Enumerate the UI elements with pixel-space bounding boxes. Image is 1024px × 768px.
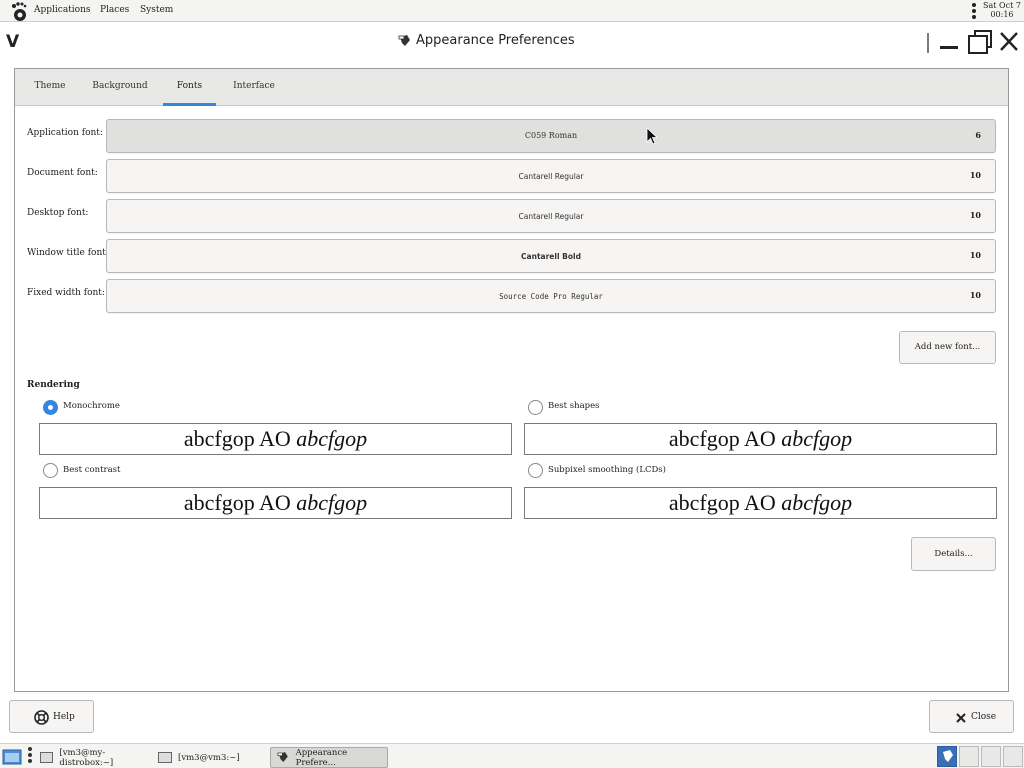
font-name: Source Code Pro Regular <box>499 292 603 301</box>
gnome-foot-icon[interactable] <box>8 1 30 23</box>
fixed-width-font-button[interactable]: Source Code Pro Regular 10 <box>106 279 996 313</box>
font-name: C059 Roman <box>524 131 578 140</box>
help-label: Help <box>53 712 75 722</box>
fixed-width-font-label: Fixed width font: <box>27 288 105 298</box>
window-menu-icon[interactable]: V <box>6 32 19 52</box>
dialog-body: Theme Background Fonts Interface Applica… <box>14 68 1009 692</box>
best-contrast-radio[interactable] <box>43 463 58 478</box>
font-name: Cantarell Bold <box>521 252 581 261</box>
workspace-3[interactable] <box>981 746 1001 767</box>
sample-italic: abcfgop <box>296 490 368 515</box>
appearance-icon <box>398 34 410 46</box>
taskbar-handle-icon[interactable] <box>28 747 32 763</box>
top-panel: Applications Places System Sat Oct 7 00:… <box>0 0 1024 22</box>
window-title-font-button[interactable]: Cantarell Bold 10 <box>106 239 996 273</box>
document-font-button[interactable]: Cantarell Regular 10 <box>106 159 996 193</box>
font-size: 10 <box>969 290 981 300</box>
clock-time: 00:16 <box>990 10 1014 19</box>
workspace-4[interactable] <box>1003 746 1023 767</box>
workspace-2[interactable] <box>959 746 979 767</box>
workspace-1[interactable] <box>937 746 957 767</box>
help-icon <box>34 710 49 725</box>
sample-upright: abcfgop AO <box>183 426 291 451</box>
tab-interface[interactable]: Interface <box>229 69 279 106</box>
font-name: Cantarell Regular <box>518 212 584 221</box>
help-button[interactable]: Help <box>9 700 94 733</box>
sample-italic: abcfgop <box>296 426 368 451</box>
best-shapes-sample[interactable]: abcfgop AO abcfgop <box>524 423 997 455</box>
application-font-button[interactable]: C059 Roman 6 <box>106 119 996 153</box>
close-icon <box>956 713 966 723</box>
menu-system[interactable]: System <box>140 5 173 15</box>
monochrome-sample[interactable]: abcfgop AO abcfgop <box>39 423 512 455</box>
task-label: Appearance Prefere... <box>295 747 348 768</box>
maximize-icon[interactable] <box>966 29 994 55</box>
panel-handle-icon[interactable] <box>972 3 976 20</box>
application-font-label: Application font: <box>27 128 103 138</box>
task-vm3-terminal[interactable]: [vm3@vm3:~] <box>152 747 262 768</box>
appearance-icon <box>943 750 953 762</box>
document-font-label: Document font: <box>27 168 98 178</box>
subpixel-smoothing-radio[interactable] <box>528 463 543 478</box>
task-appearance-preferences[interactable]: Appearance Prefere... <box>270 747 388 768</box>
font-name: Cantarell Regular <box>518 172 584 181</box>
monochrome-label[interactable]: Monochrome <box>63 401 120 411</box>
menu-applications[interactable]: Applications <box>34 5 91 15</box>
menu-places[interactable]: Places <box>100 5 129 15</box>
best-contrast-label[interactable]: Best contrast <box>63 465 120 475</box>
sample-upright: abcfgop AO <box>183 490 291 515</box>
mouse-cursor-icon <box>646 127 658 145</box>
font-size: 10 <box>969 170 981 180</box>
subpixel-smoothing-sample[interactable]: abcfgop AO abcfgop <box>524 487 997 519</box>
minimize-icon[interactable] <box>938 29 960 55</box>
best-shapes-radio[interactable] <box>528 400 543 415</box>
sample-upright: abcfgop AO <box>668 490 776 515</box>
add-new-font-button[interactable]: Add new font... <box>899 331 996 364</box>
desktop-font-button[interactable]: Cantarell Regular 10 <box>106 199 996 233</box>
sample-italic: abcfgop <box>781 426 853 451</box>
close-window-icon[interactable] <box>998 29 1020 55</box>
tab-background[interactable]: Background <box>90 69 150 106</box>
show-desktop-icon[interactable] <box>2 746 22 766</box>
monochrome-radio[interactable] <box>43 400 58 415</box>
task-label: [vm3@vm3:~] <box>178 752 240 763</box>
clock[interactable]: Sat Oct 7 00:16 <box>982 1 1022 19</box>
desktop-font-label: Desktop font: <box>27 208 89 218</box>
subpixel-smoothing-label[interactable]: Subpixel smoothing (LCDs) <box>548 465 666 475</box>
font-size: 10 <box>969 250 981 260</box>
tab-theme[interactable]: Theme <box>25 69 75 106</box>
window-title-text: Appearance Preferences <box>416 33 575 48</box>
titlebar-separator <box>927 33 929 53</box>
best-contrast-sample[interactable]: abcfgop AO abcfgop <box>39 487 512 519</box>
close-label: Close <box>971 712 997 722</box>
best-shapes-label[interactable]: Best shapes <box>548 401 600 411</box>
tab-bar: Theme Background Fonts Interface <box>15 69 1008 106</box>
task-distrobox-terminal[interactable]: [vm3@my-distrobox:~] <box>34 747 154 768</box>
sample-italic: abcfgop <box>781 490 853 515</box>
terminal-icon <box>40 752 54 763</box>
rendering-heading: Rendering <box>27 380 80 390</box>
font-size: 6 <box>975 130 981 140</box>
details-button[interactable]: Details... <box>911 537 996 571</box>
window-title-font-label: Window title font: <box>27 248 109 258</box>
terminal-icon <box>158 752 172 763</box>
tab-fonts[interactable]: Fonts <box>163 69 216 106</box>
task-label: [vm3@my-distrobox:~] <box>59 747 114 768</box>
appearance-icon <box>277 752 288 762</box>
window-title: Appearance Preferences <box>398 33 575 48</box>
sample-upright: abcfgop AO <box>668 426 776 451</box>
clock-date: Sat Oct 7 <box>983 1 1021 10</box>
font-size: 10 <box>969 210 981 220</box>
taskbar: [vm3@my-distrobox:~] [vm3@vm3:~] Appeara… <box>0 743 1024 768</box>
window-titlebar[interactable]: V Appearance Preferences <box>0 23 1024 61</box>
close-button[interactable]: Close <box>929 700 1014 733</box>
